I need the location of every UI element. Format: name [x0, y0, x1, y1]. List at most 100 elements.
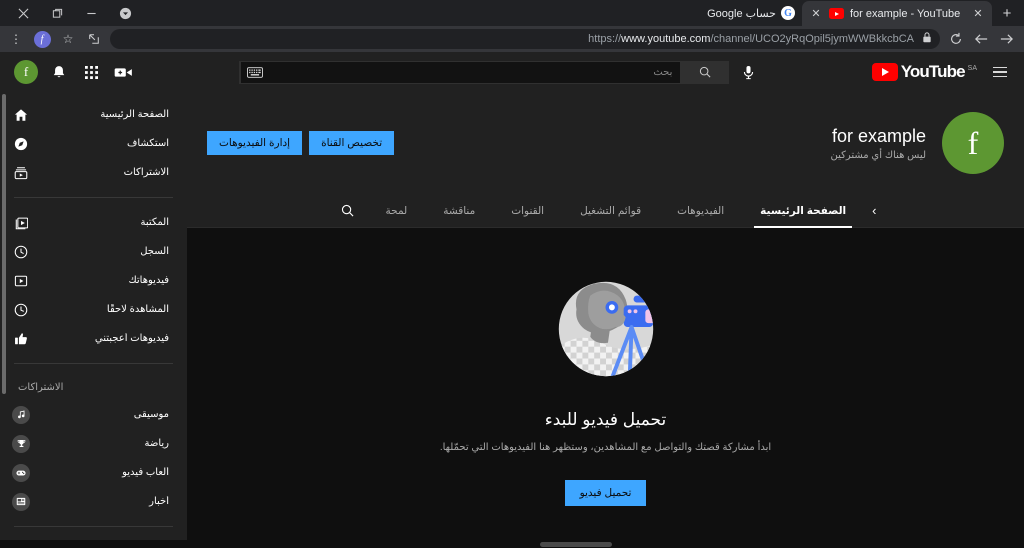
tab-list: G حساب Google ✕ for example - YouTube ✕ …: [142, 0, 1024, 26]
sidebar-item-sports[interactable]: رياضة: [0, 429, 187, 458]
channel-avatar[interactable]: f: [942, 112, 1004, 174]
upload-video-button[interactable]: تحميل فيديو: [564, 480, 647, 506]
sidebar-item-explore[interactable]: استكشاف: [0, 129, 187, 158]
browser-window: G حساب Google ✕ for example - YouTube ✕ …: [0, 0, 1024, 548]
youtube-country-code: SA: [967, 65, 977, 72]
search-input[interactable]: [268, 66, 681, 78]
sidebar-item-label: المشاهدة لاحقًا: [106, 304, 169, 315]
new-tab-button[interactable]: +: [992, 0, 1022, 26]
tab-about[interactable]: لمحة: [368, 194, 426, 228]
reload-icon[interactable]: [944, 27, 968, 51]
sidebar-item-subscriptions[interactable]: الاشتراكات: [0, 158, 187, 187]
sidebar-item-label: الاشتراكات: [123, 167, 169, 178]
profile-avatar[interactable]: f: [30, 27, 54, 51]
masthead-search-group: [134, 60, 866, 84]
sidebar-item-label: ألعاب فيديو: [122, 467, 169, 478]
sidebar-item-music[interactable]: موسيقى: [0, 400, 187, 429]
google-logo-icon: G: [781, 6, 795, 20]
news-icon-circle: [12, 492, 30, 511]
close-window-button[interactable]: [6, 0, 40, 26]
lock-icon: [922, 30, 932, 48]
tab-videos[interactable]: الفيديوهات: [659, 194, 742, 228]
sidebar-item-history[interactable]: السجل: [0, 237, 187, 266]
channel-tabs: › الصفحة الرئيسية الفيديوهات قوائم التشغ…: [187, 194, 1024, 228]
empty-state: تحميل فيديو للبدء ابدأ مشاركة قصتك والتو…: [187, 228, 1024, 548]
manage-videos-button[interactable]: إدارة الفيديوهات: [207, 131, 303, 155]
browser-toolbar: ⋮ f ☆ https://www.youtube.com/channel/UC…: [0, 26, 1024, 52]
guide-sidebar: الصفحة الرئيسية استكشاف الاشتراكات المكت…: [0, 92, 187, 548]
tab-channels[interactable]: القنوات: [493, 194, 562, 228]
music-icon: [10, 404, 32, 426]
person-filming-with-camera-illustration: [547, 270, 665, 388]
subscriber-count: ليس هناك أي مشتركين: [830, 149, 926, 161]
keyboard-icon[interactable]: [240, 60, 268, 84]
google-account-label: حساب Google: [707, 7, 776, 20]
masthead-logo-group: YouTube SA: [866, 57, 1024, 87]
window-controls: [0, 0, 142, 26]
sidebar-divider: [14, 526, 173, 527]
back-arrow-icon[interactable]: [969, 27, 993, 51]
sidebar-item-label: رياضة: [144, 438, 169, 449]
customize-channel-button[interactable]: تخصيص القناة: [309, 131, 395, 155]
sidebar-item-liked-videos[interactable]: فيديوهات أعجبتني: [0, 324, 187, 353]
forward-arrow-icon[interactable]: [994, 27, 1018, 51]
sidebar-item-label: السجل: [140, 246, 169, 257]
tab-playlists[interactable]: قوائم التشغيل: [562, 194, 659, 228]
search-button[interactable]: [680, 60, 729, 84]
tab-home[interactable]: الصفحة الرئيسية: [742, 194, 864, 228]
sidebar-section-subscriptions-header: الاشتراكات: [18, 381, 64, 393]
browser-menu-button[interactable]: ⋮: [4, 27, 28, 51]
tab-discussion[interactable]: مناقشة: [425, 194, 493, 228]
page-body: f for example ليس هناك أي مشتركين تخصيص …: [0, 92, 1024, 548]
bookmark-star-icon[interactable]: ☆: [56, 27, 80, 51]
apps-grid-icon[interactable]: [80, 61, 102, 83]
sidebar-item-home[interactable]: الصفحة الرئيسية: [0, 100, 187, 129]
sidebar-item-gaming[interactable]: ألعاب فيديو: [0, 458, 187, 487]
notifications-bell-icon[interactable]: [48, 61, 70, 83]
microphone-icon[interactable]: [736, 60, 760, 84]
close-icon[interactable]: ✕: [809, 7, 823, 21]
channel-header: f for example ليس هناك أي مشتركين تخصيص …: [187, 92, 1024, 194]
restore-window-button[interactable]: [40, 0, 74, 26]
library-icon: [10, 212, 32, 234]
hamburger-menu[interactable]: [985, 57, 1015, 87]
google-account-chip[interactable]: G حساب Google: [697, 0, 802, 26]
sidebar-scroll-content: الصفحة الرئيسية استكشاف الاشتراكات المكت…: [0, 92, 187, 548]
sidebar-item-your-videos[interactable]: فيديوهاتك: [0, 266, 187, 295]
chevron-right-icon[interactable]: ›: [864, 203, 884, 218]
youtube-logo[interactable]: YouTube SA: [866, 63, 983, 81]
sidebar-scrollbar[interactable]: [2, 94, 6, 394]
search-box: [239, 60, 730, 84]
sidebar-item-label: أخبار: [149, 496, 169, 507]
youtube-play-icon: [871, 63, 898, 81]
horizontal-scrollbar[interactable]: [0, 540, 1024, 548]
profile-letter: f: [33, 30, 51, 48]
sidebar-item-label: الصفحة الرئيسية: [100, 109, 169, 120]
browser-tab-active[interactable]: ✕ for example - YouTube ✕: [802, 1, 992, 26]
chevron-down-circle-icon[interactable]: [108, 0, 142, 26]
news-icon: [10, 491, 32, 513]
history-icon: [10, 241, 32, 263]
channel-search-icon[interactable]: [327, 204, 368, 217]
address-bar[interactable]: https://www.youtube.com/channel/UCO2yRqO…: [110, 29, 940, 49]
sidebar-item-label: المكتبة: [140, 217, 169, 228]
sidebar-item-watch-later[interactable]: المشاهدة لاحقًا: [0, 295, 187, 324]
tab-close-icon[interactable]: ✕: [971, 7, 985, 21]
sidebar-item-news[interactable]: أخبار: [0, 487, 187, 516]
empty-state-title: تحميل فيديو للبدء: [544, 410, 667, 429]
trophy-icon: [10, 433, 32, 455]
sidebar-item-library[interactable]: المكتبة: [0, 208, 187, 237]
share-icon[interactable]: [82, 27, 106, 51]
avatar[interactable]: f: [14, 60, 38, 84]
watch-later-icon: [10, 299, 32, 321]
scrollbar-thumb[interactable]: [540, 542, 612, 547]
your-videos-icon: [10, 270, 32, 292]
sidebar-item-label: فيديوهاتك: [128, 275, 169, 286]
home-icon: [10, 104, 32, 126]
gaming-icon: [10, 462, 32, 484]
tab-title: for example - YouTube: [850, 7, 961, 20]
youtube-masthead: YouTube SA بحث f: [0, 52, 1024, 92]
create-video-icon[interactable]: [112, 61, 134, 83]
empty-state-subtitle: ابدأ مشاركة قصتك والتواصل مع المشاهدين، …: [439, 442, 772, 453]
minimize-window-button[interactable]: [74, 0, 108, 26]
